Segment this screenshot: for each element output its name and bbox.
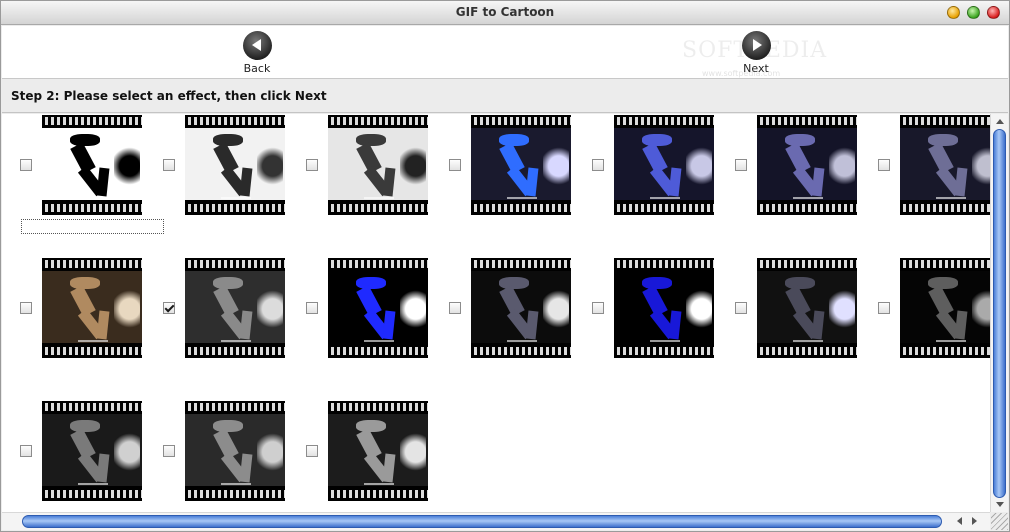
effect-checkbox[interactable] xyxy=(735,159,747,171)
effect-checkbox[interactable] xyxy=(449,302,461,314)
maximize-button[interactable] xyxy=(967,6,980,19)
effect-thumbnail[interactable] xyxy=(757,258,857,358)
effect-checkbox[interactable] xyxy=(592,159,604,171)
effect-checkbox[interactable] xyxy=(449,159,461,171)
effect-thumbnail[interactable] xyxy=(185,401,285,501)
effect-checkbox[interactable] xyxy=(163,445,175,457)
next-arrow-icon xyxy=(741,31,771,60)
next-label: Next xyxy=(743,62,769,75)
back-button[interactable]: Back xyxy=(232,31,282,75)
step-bar: Step 2: Please select an effect, then cl… xyxy=(2,80,1008,113)
back-label: Back xyxy=(243,62,271,75)
step-instruction: Step 2: Please select an effect, then cl… xyxy=(11,89,327,103)
effect-thumbnail[interactable] xyxy=(757,115,857,215)
effect-thumbnail[interactable] xyxy=(471,115,571,215)
effect-checkbox[interactable] xyxy=(20,159,32,171)
effect-thumbnail[interactable] xyxy=(900,258,990,358)
close-button[interactable] xyxy=(987,6,1000,19)
effect-thumbnail[interactable] xyxy=(471,258,571,358)
effect-checkbox[interactable] xyxy=(163,302,175,314)
effect-checkbox[interactable] xyxy=(878,302,890,314)
horizontal-scrollbar[interactable] xyxy=(2,512,990,530)
horizontal-scroll-thumb[interactable] xyxy=(22,515,942,528)
back-arrow-icon xyxy=(242,31,272,60)
effect-checkbox[interactable] xyxy=(163,159,175,171)
effect-thumbnail[interactable] xyxy=(42,258,142,358)
resize-grip-icon[interactable] xyxy=(991,513,1008,530)
scroll-right-button[interactable] xyxy=(969,516,980,527)
effect-thumbnail[interactable] xyxy=(42,115,142,215)
effect-checkbox[interactable] xyxy=(878,159,890,171)
focus-rectangle xyxy=(21,219,164,234)
scroll-left-button[interactable] xyxy=(955,516,966,527)
effects-grid xyxy=(2,114,990,512)
effect-thumbnail[interactable] xyxy=(900,115,990,215)
effect-checkbox[interactable] xyxy=(592,302,604,314)
next-button[interactable]: Next xyxy=(731,31,781,75)
toolbar: Back SOFTPEDIA www.softpedia.com Next xyxy=(2,26,1008,79)
scroll-down-button[interactable] xyxy=(994,499,1005,510)
effect-thumbnail[interactable] xyxy=(614,115,714,215)
effect-checkbox[interactable] xyxy=(306,445,318,457)
vertical-scrollbar[interactable] xyxy=(990,114,1008,512)
window-title: GIF to Cartoon xyxy=(455,5,555,19)
effect-checkbox[interactable] xyxy=(20,445,32,457)
effect-thumbnail[interactable] xyxy=(42,401,142,501)
effect-checkbox[interactable] xyxy=(20,302,32,314)
effect-thumbnail[interactable] xyxy=(185,115,285,215)
title-bar[interactable]: GIF to Cartoon xyxy=(1,1,1009,25)
effect-checkbox[interactable] xyxy=(306,302,318,314)
effect-checkbox[interactable] xyxy=(735,302,747,314)
vertical-scroll-thumb[interactable] xyxy=(993,129,1006,498)
effect-thumbnail[interactable] xyxy=(614,258,714,358)
scroll-up-button[interactable] xyxy=(994,116,1005,127)
minimize-button[interactable] xyxy=(947,6,960,19)
app-window: GIF to Cartoon Back SOFTPEDIA www.softpe… xyxy=(0,0,1010,532)
effect-thumbnail[interactable] xyxy=(328,115,428,215)
effect-thumbnail[interactable] xyxy=(185,258,285,358)
effect-checkbox[interactable] xyxy=(306,159,318,171)
effect-thumbnail[interactable] xyxy=(328,258,428,358)
effect-thumbnail[interactable] xyxy=(328,401,428,501)
